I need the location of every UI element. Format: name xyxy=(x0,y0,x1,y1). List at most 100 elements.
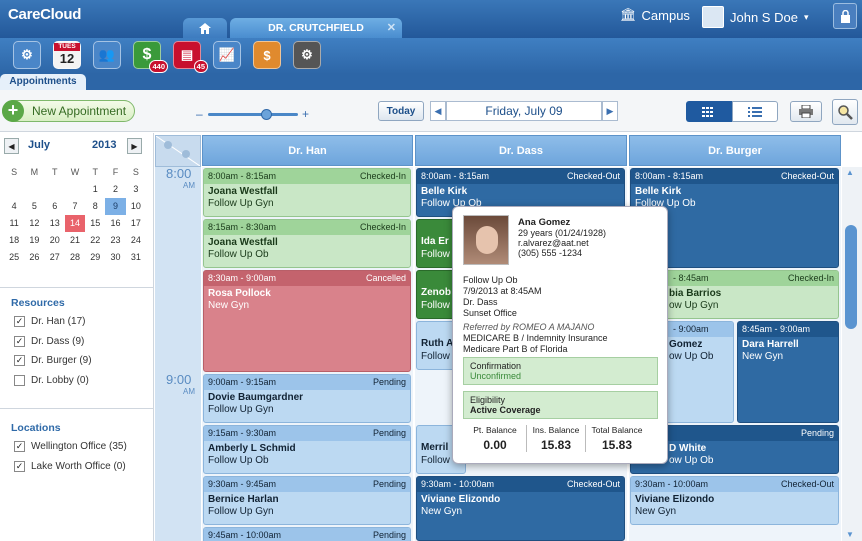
lock-button[interactable] xyxy=(833,3,857,29)
column-header-dr-burger[interactable]: Dr. Burger xyxy=(629,135,841,166)
new-appointment-button[interactable]: + New Appointment xyxy=(2,99,135,122)
resource-checkbox[interactable]: ✓ xyxy=(14,335,25,347)
print-button[interactable] xyxy=(790,101,822,122)
zoom-in-button[interactable]: + xyxy=(302,107,309,121)
schedule-corner xyxy=(155,135,201,167)
calendar-day[interactable]: 18 xyxy=(4,232,24,249)
appointment-card[interactable]: 9:00am - 9:15am Pending Dovie Baumgardner… xyxy=(203,374,411,423)
resource-checkbox[interactable]: ✓ xyxy=(14,316,25,327)
patients-icon[interactable]: 👥 xyxy=(93,41,121,69)
resource-label: Dr. Burger (9) xyxy=(31,355,92,366)
eligibility-box[interactable]: Eligibility Active Coverage xyxy=(463,391,658,419)
calendar-day[interactable]: 13 xyxy=(45,215,65,232)
resource-checkbox[interactable]: ✓ xyxy=(14,355,25,366)
zoom-slider-track[interactable] xyxy=(208,113,298,116)
calendar-day[interactable]: 8 xyxy=(85,198,105,215)
appointment-card[interactable]: 9:45am - 10:00am Pending xyxy=(203,527,411,541)
calendar-day[interactable]: 25 xyxy=(4,249,24,266)
calendar-day[interactable]: 11 xyxy=(4,215,24,232)
network-icon[interactable]: ⚙ xyxy=(13,41,41,69)
scrollbar-thumb[interactable] xyxy=(845,225,857,329)
appointment-card[interactable]: 9:15am - 9:30am Pending Amberly L Schmid … xyxy=(203,425,411,474)
next-month-button[interactable]: ▶ xyxy=(127,138,142,154)
campus-selector[interactable]: 🏛 Campus xyxy=(620,7,690,23)
calendar-day[interactable]: 30 xyxy=(105,249,125,266)
popup-email[interactable]: r.alvarez@aat.net xyxy=(518,238,589,248)
billing-icon[interactable]: $ 440 xyxy=(133,41,168,73)
pt-balance: Pt. Balance 0.00 xyxy=(465,425,525,452)
resource-item[interactable]: ✓ Dr. Burger (9) xyxy=(14,355,92,366)
today-button[interactable]: Today xyxy=(378,101,424,121)
calendar-day[interactable]: 21 xyxy=(65,232,85,249)
appointment-card[interactable]: 9:30am - 9:45am Pending Bernice Harlan Fo… xyxy=(203,476,411,525)
calendar-day[interactable]: 20 xyxy=(45,232,65,249)
calendar-day[interactable]: 14 xyxy=(64,215,86,232)
calendar-day[interactable]: 29 xyxy=(85,249,105,266)
calendar-day[interactable]: 3 xyxy=(126,181,146,198)
calendar-day[interactable]: 23 xyxy=(105,232,125,249)
appointment-card[interactable]: 8:00am - 8:15am Checked-In Joana Westfall… xyxy=(203,168,411,217)
calendar-day[interactable]: 19 xyxy=(24,232,44,249)
calendar-day[interactable]: 1 xyxy=(85,181,105,198)
previous-day-button[interactable]: ◀ xyxy=(430,101,446,121)
calendar-day[interactable]: 2 xyxy=(105,181,125,198)
next-day-button[interactable]: ▶ xyxy=(602,101,618,121)
column-header-dr-han[interactable]: Dr. Han xyxy=(202,135,413,166)
column-header-dr-dass[interactable]: Dr. Dass xyxy=(415,135,627,166)
calendar-day[interactable]: 9 xyxy=(105,198,126,215)
location-checkbox[interactable]: ✓ xyxy=(14,460,25,472)
calendar-day[interactable]: 15 xyxy=(85,215,105,232)
calendar-day[interactable]: 7 xyxy=(65,198,85,215)
home-tab[interactable] xyxy=(183,18,227,38)
user-menu[interactable]: John S Doe ▾ xyxy=(702,6,808,28)
appointment-card[interactable]: 8:30am - 9:00am Cancelled Rosa Pollock Ne… xyxy=(203,270,411,372)
appointment-card[interactable]: 9:30am - 10:00am Checked-Out Viviane Eliz… xyxy=(416,476,625,541)
zoom-out-button[interactable]: – xyxy=(196,107,203,121)
calendar-day[interactable]: 24 xyxy=(126,232,146,249)
marketplace-bag-icon[interactable]: $ xyxy=(253,41,281,69)
settings-gear-icon[interactable]: ⚙ xyxy=(293,41,321,69)
location-item[interactable]: ✓ Wellington Office (35) xyxy=(14,441,127,452)
calendar-day[interactable]: 4 xyxy=(4,198,24,215)
location-item[interactable]: ✓ Lake Worth Office (0) xyxy=(14,460,126,472)
calendar-day[interactable]: 16 xyxy=(105,215,125,232)
calendar-day[interactable]: 31 xyxy=(126,249,146,266)
grid-view-button[interactable] xyxy=(686,101,732,122)
calendar-day[interactable]: 27 xyxy=(45,249,65,266)
carecloud-logo[interactable]: CareCloud xyxy=(8,6,81,23)
location-checkbox[interactable]: ✓ xyxy=(14,441,25,452)
resource-checkbox[interactable] xyxy=(14,374,25,386)
calendar-day[interactable]: 6 xyxy=(45,198,65,215)
scroll-down-icon[interactable]: ▼ xyxy=(846,530,854,539)
calendar-day[interactable]: 12 xyxy=(24,215,44,232)
calendar-day[interactable]: 28 xyxy=(65,249,85,266)
list-view-button[interactable] xyxy=(732,101,778,122)
calendar-day[interactable]: 26 xyxy=(24,249,44,266)
appointment-card[interactable]: 9:30am - 10:00am Checked-Out Viviane Eliz… xyxy=(630,476,839,525)
previous-month-button[interactable]: ◀ xyxy=(4,138,19,154)
scroll-up-icon[interactable]: ▲ xyxy=(846,168,854,177)
tab-appointments[interactable]: Appointments xyxy=(0,74,86,90)
calendar-day[interactable]: 22 xyxy=(85,232,105,249)
resource-item[interactable]: ✓ Dr. Han (17) xyxy=(14,316,85,327)
resource-item[interactable]: ✓ Dr. Dass (9) xyxy=(14,335,84,347)
patient-popup[interactable]: Ana Gomez 29 years (01/24/1928) r.alvare… xyxy=(452,206,668,464)
calendar-day[interactable]: 5 xyxy=(24,198,44,215)
close-icon[interactable]: ✕ xyxy=(387,21,396,34)
zoom-slider-handle[interactable] xyxy=(261,109,272,120)
pt-balance-value: 0.00 xyxy=(483,438,507,452)
calendar-day[interactable]: 10 xyxy=(126,198,146,215)
appointment-card[interactable]: 8:15am - 8:30am Checked-In Joana Westfall… xyxy=(203,219,411,268)
calendar-app-icon[interactable]: TUES 12 xyxy=(53,41,81,69)
patient-tab[interactable]: DR. CRUTCHFIELD ✕ xyxy=(230,18,402,38)
search-button[interactable] xyxy=(832,99,858,125)
appt-patient: D White xyxy=(669,442,707,454)
appointment-card[interactable]: 8:45am - 9:00am Dara Harrell New Gyn xyxy=(737,321,839,423)
resource-item[interactable]: Dr. Lobby (0) xyxy=(14,374,89,386)
reports-chart-icon[interactable]: 📈 xyxy=(213,41,241,69)
scrollbar[interactable] xyxy=(842,167,862,541)
campus-label: Campus xyxy=(641,7,690,23)
documents-icon[interactable]: ▤ 45 xyxy=(173,41,208,73)
calendar-day[interactable]: 17 xyxy=(126,215,146,232)
confirmation-box[interactable]: Confirmation Unconfirmed xyxy=(463,357,658,385)
